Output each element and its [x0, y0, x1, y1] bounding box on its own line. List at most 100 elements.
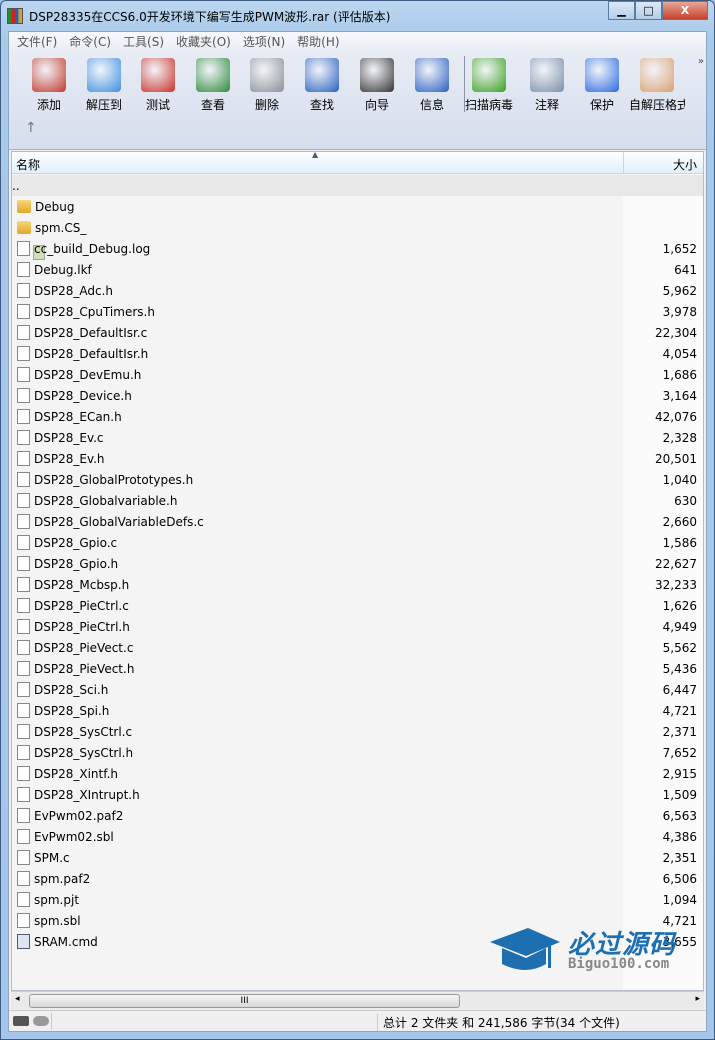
file-row[interactable]: DSP28_Globalvariable.h 630 [12, 490, 703, 511]
file-row[interactable]: DSP28_GlobalVariableDefs.c 2,660 [12, 511, 703, 532]
toolbar-button-10[interactable]: 保护 [574, 58, 630, 113]
file-size: 5,562 [662, 640, 697, 655]
delete-trash-icon [250, 58, 284, 92]
toolbar-button-8[interactable]: 扫描病毒 [461, 58, 517, 113]
toolbar-button-label: 保护 [589, 98, 614, 112]
file-row[interactable]: DSP28_Spi.h 4,721 [12, 700, 703, 721]
file-size: 2,371 [662, 724, 697, 739]
toolbar-button-11[interactable]: 自解压格式 [629, 58, 685, 113]
file-size: 3,164 [662, 388, 697, 403]
file-name: EvPwm02.paf2 [34, 808, 124, 823]
file-row[interactable]: DSP28_XIntrupt.h 1,509 [12, 784, 703, 805]
scroll-thumb[interactable]: III [29, 994, 460, 1008]
file-row[interactable]: DSP28_Xintf.h 2,915 [12, 763, 703, 784]
file-name: .. [12, 178, 20, 193]
file-row[interactable]: DSP28_DefaultIsr.h 4,054 [12, 343, 703, 364]
protect-shield-icon [585, 58, 619, 92]
file-size: 5,962 [662, 283, 697, 298]
column-header-size[interactable]: 大小 [623, 152, 703, 174]
file-name: SPM.c [34, 850, 70, 865]
file-row[interactable]: DSP28_PieVect.c 5,562 [12, 637, 703, 658]
toolbar-button-label: 查看 [200, 98, 225, 112]
file-row[interactable]: DSP28_Sci.h 6,447 [12, 679, 703, 700]
file-size: 1,686 [662, 367, 697, 382]
file-row[interactable]: Debug.lkf 641 [12, 259, 703, 280]
file-name: DSP28_Xintf.h [34, 766, 118, 781]
file-size: 2,328 [662, 430, 697, 445]
menu-item-4[interactable]: 选项(N) [237, 32, 291, 50]
toolbar-button-7[interactable]: 信息 [404, 58, 460, 113]
file-size: 2,660 [662, 514, 697, 529]
app-window: DSP28335在CCS6.0开发环境下编写生成PWM波形.rar (评估版本)… [0, 0, 715, 1040]
menu-item-0[interactable]: 文件(F) [11, 32, 63, 50]
file-row[interactable]: DSP28_PieCtrl.c 1,626 [12, 595, 703, 616]
file-icon [17, 535, 30, 550]
file-name: DSP28_Sci.h [34, 682, 109, 697]
file-row[interactable]: spm.pjt 1,094 [12, 889, 703, 910]
extract-folder-icon [87, 58, 121, 92]
file-name: DSP28_DevEmu.h [34, 367, 142, 382]
file-row[interactable]: DSP28_SysCtrl.c 2,371 [12, 721, 703, 742]
file-size: 4,054 [662, 346, 697, 361]
horizontal-scrollbar[interactable]: ◂ III ▸ [11, 991, 704, 1009]
toolbar-button-2[interactable]: 测试 [130, 58, 186, 113]
menu-item-1[interactable]: 命令(C) [63, 32, 117, 50]
minimize-button[interactable]: ▁ [608, 1, 635, 20]
toolbar-button-0[interactable]: 添加 [21, 58, 77, 113]
file-row[interactable]: DSP28_GlobalPrototypes.h 1,040 [12, 469, 703, 490]
file-row[interactable]: spm.paf2 6,506 [12, 868, 703, 889]
file-row[interactable]: DSP28_Adc.h 5,962 [12, 280, 703, 301]
file-row[interactable]: spm.CS_ [12, 217, 703, 238]
toolbar-button-label: 删除 [254, 98, 279, 112]
key-icon[interactable] [33, 1016, 49, 1026]
file-row[interactable]: DSP28_Mcbsp.h 32,233 [12, 574, 703, 595]
toolbar-button-3[interactable]: 查看 [185, 58, 241, 113]
file-row[interactable]: DSP28_Device.h 3,164 [12, 385, 703, 406]
toolbar-overflow-button[interactable]: » [698, 56, 704, 67]
file-row[interactable]: DSP28_Gpio.c 1,586 [12, 532, 703, 553]
file-row[interactable]: DSP28_PieVect.h 5,436 [12, 658, 703, 679]
file-row[interactable]: DSP28_Gpio.h 22,627 [12, 553, 703, 574]
file-size: 42,076 [655, 409, 697, 424]
file-icon [17, 514, 30, 529]
file-name: DSP28_Mcbsp.h [34, 577, 130, 592]
file-row[interactable]: .. [12, 175, 703, 260]
toolbar-button-label: 向导 [364, 98, 389, 112]
scroll-right-arrow[interactable]: ▸ [695, 994, 700, 1004]
virus-scan-icon [472, 58, 506, 92]
menu-item-2[interactable]: 工具(S) [117, 32, 170, 50]
file-name: DSP28_GlobalPrototypes.h [34, 472, 194, 487]
cmd-file-icon [17, 934, 30, 949]
toolbar-button-9[interactable]: 注释 [519, 58, 575, 113]
scroll-left-arrow[interactable]: ◂ [15, 994, 20, 1004]
file-icon [17, 598, 30, 613]
drive-icon [13, 1016, 29, 1026]
toolbar-button-5[interactable]: 查找 [294, 58, 350, 113]
up-folder-button[interactable]: ↑ [25, 120, 37, 136]
file-row[interactable]: EvPwm02.paf2 6,563 [12, 805, 703, 826]
close-button[interactable]: X [662, 1, 708, 20]
file-row[interactable]: DSP28_CpuTimers.h 3,978 [12, 301, 703, 322]
file-row[interactable]: DSP28_Ev.c 2,328 [12, 427, 703, 448]
file-row[interactable]: DSP28_SysCtrl.h 7,652 [12, 742, 703, 763]
file-name: DSP28_Device.h [34, 388, 132, 403]
toolbar-button-1[interactable]: 解压到 [76, 58, 132, 113]
file-row[interactable]: Debug [12, 196, 703, 217]
menu-item-5[interactable]: 帮助(H) [291, 32, 345, 50]
toolbar-button-6[interactable]: 向导 [349, 58, 405, 113]
column-header-name[interactable]: 名称 [16, 156, 40, 173]
file-row[interactable]: DSP28_PieCtrl.h 4,949 [12, 616, 703, 637]
file-row[interactable]: EvPwm02.sbl 4,386 [12, 826, 703, 847]
file-row[interactable]: DSP28_DevEmu.h 1,686 [12, 364, 703, 385]
file-row[interactable]: DSP28_ECan.h 42,076 [12, 406, 703, 427]
file-row[interactable]: DSP28_DefaultIsr.c 22,304 [12, 322, 703, 343]
status-divider [51, 1013, 52, 1030]
file-name: DSP28_SysCtrl.c [34, 724, 133, 739]
toolbar-button-4[interactable]: 删除 [239, 58, 295, 113]
file-row[interactable]: DSP28_Ev.h 20,501 [12, 448, 703, 469]
menu-item-3[interactable]: 收藏夹(O) [170, 32, 237, 50]
maximize-button[interactable]: □ [635, 1, 662, 20]
file-row[interactable]: cc_build_Debug.log 1,652 [12, 238, 703, 259]
file-name: spm.pjt [34, 892, 80, 907]
file-row[interactable]: SPM.c 2,351 [12, 847, 703, 868]
